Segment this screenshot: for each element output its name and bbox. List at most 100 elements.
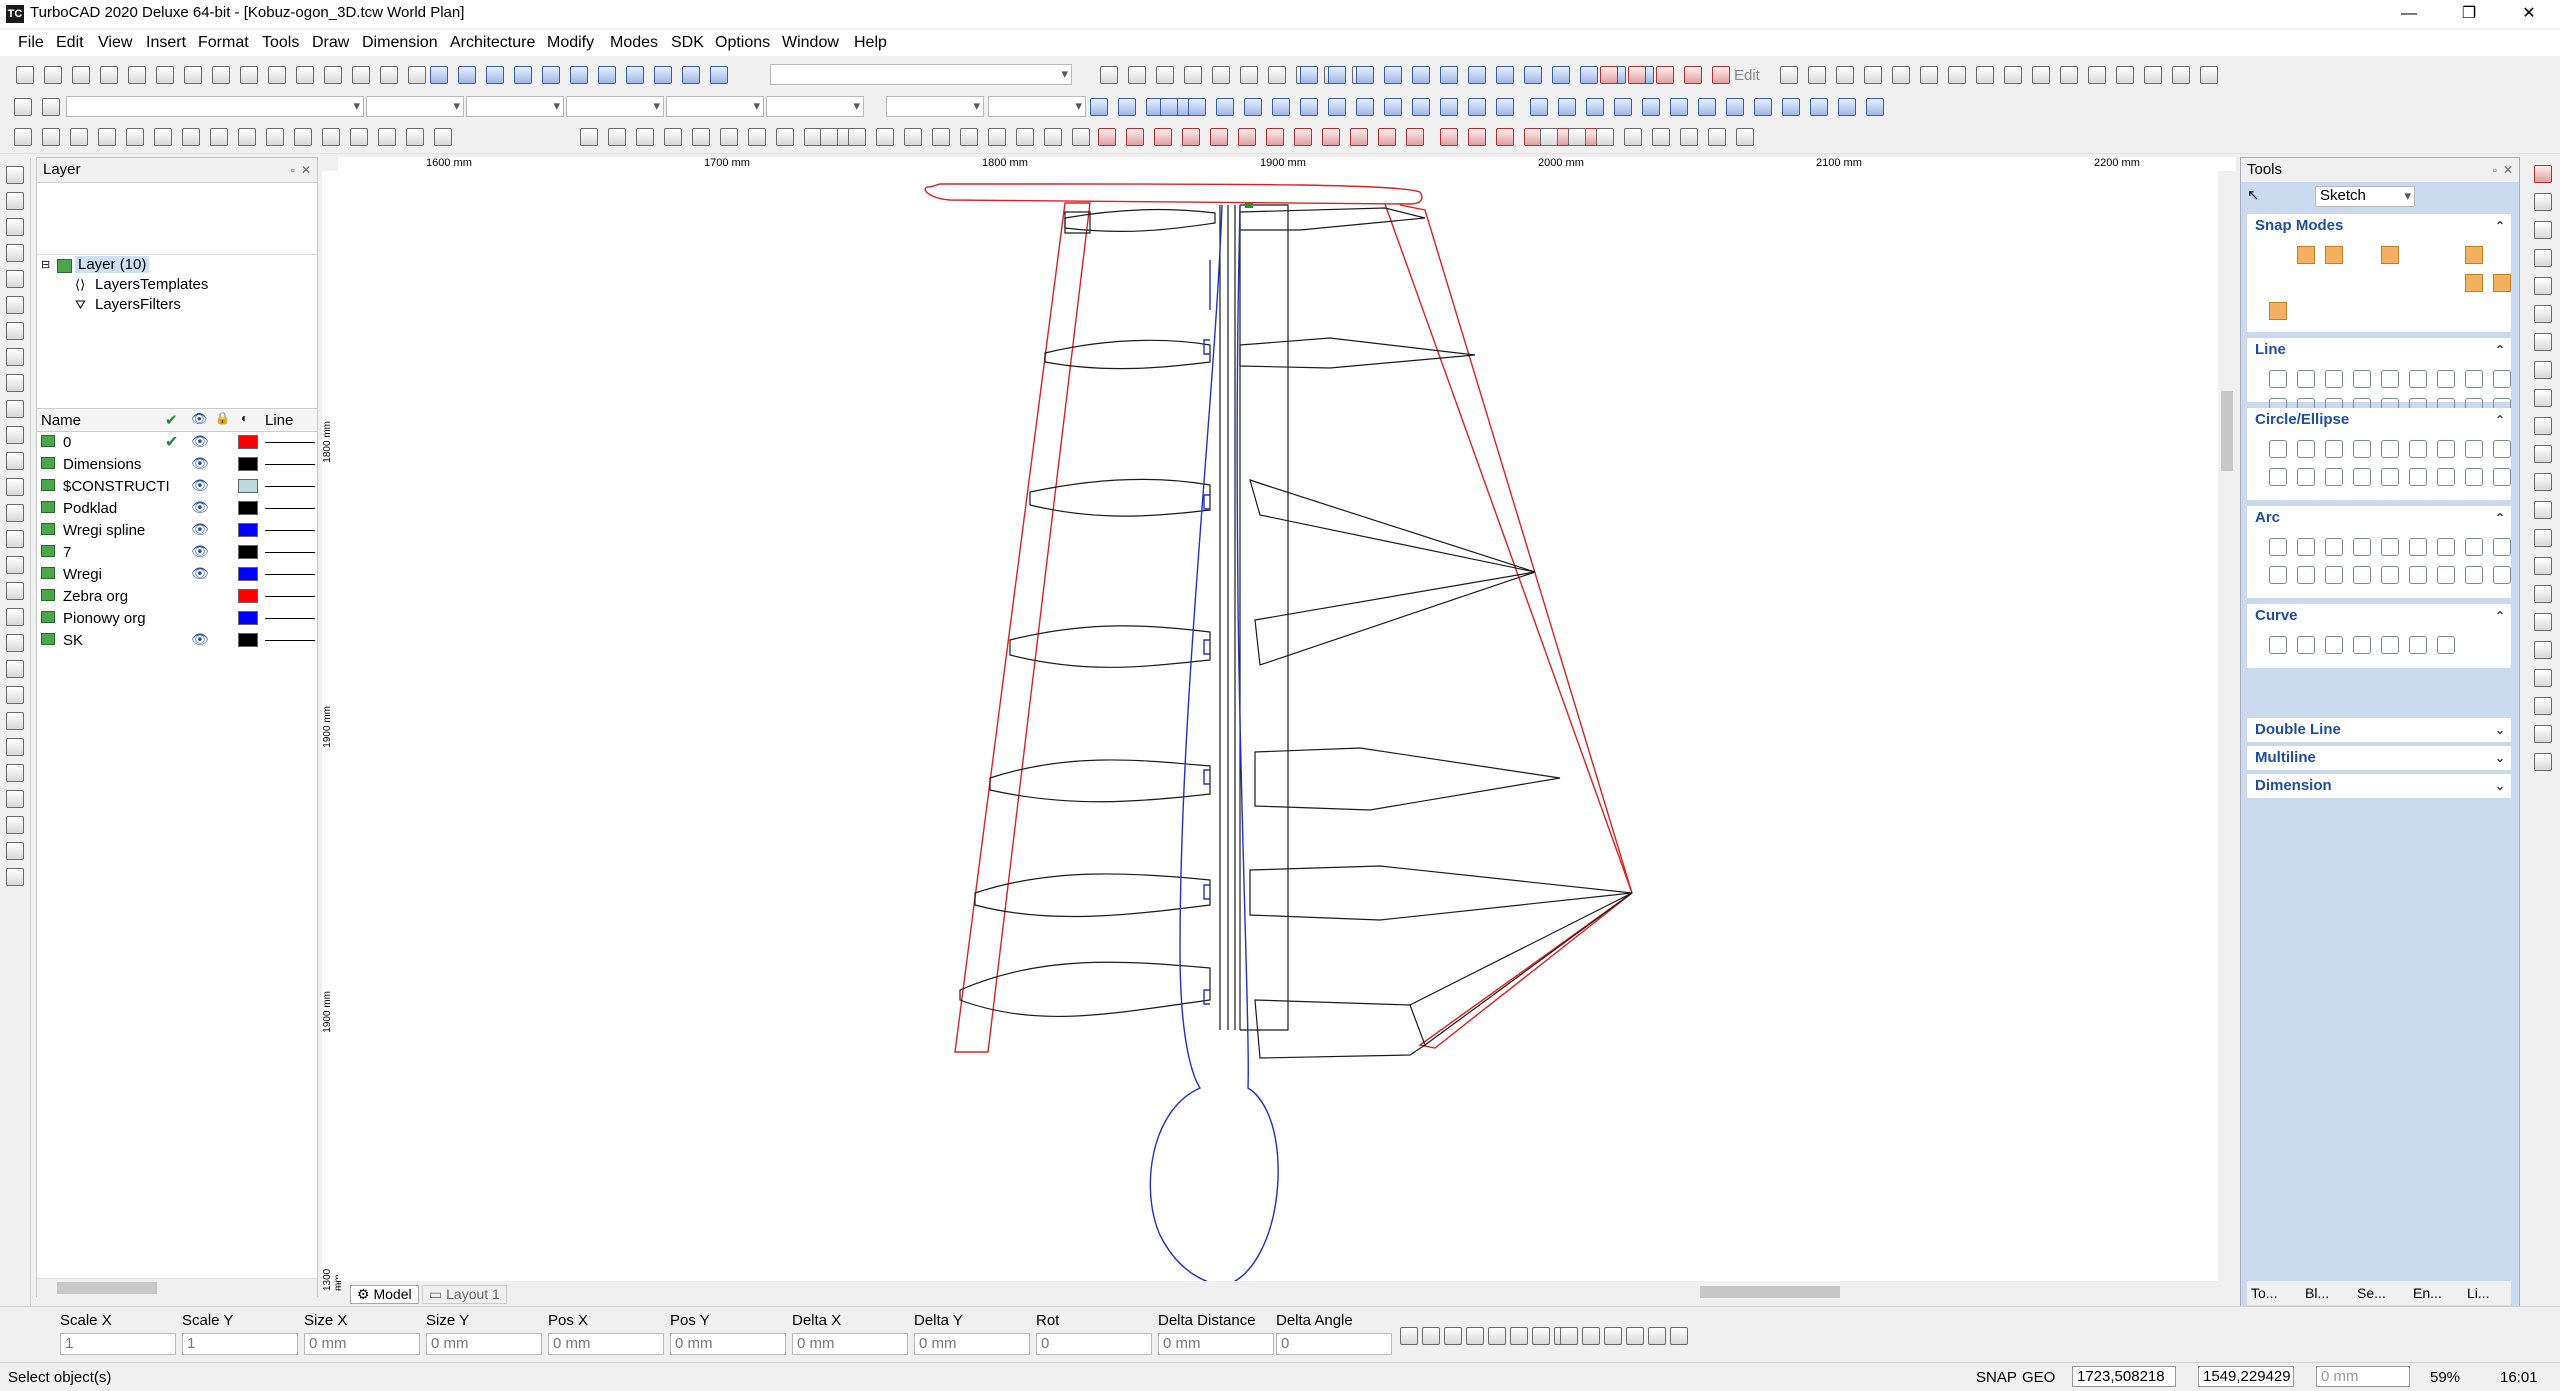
canvas-hscrollbar[interactable] [540,1283,2218,1301]
threed-tool-icon[interactable] [434,128,452,146]
threed-tool-icon[interactable] [1736,128,1754,146]
layer-color-swatch[interactable] [238,479,258,493]
standard-tool-icon[interactable] [296,66,314,84]
layer-linetype[interactable] [265,618,315,619]
layer-linetype[interactable] [265,552,315,553]
visibility-eye-icon[interactable]: 👁 [191,565,209,582]
view-tool-icon[interactable] [2534,529,2552,547]
property-tool-icon[interactable] [1586,98,1604,116]
property-tool-icon[interactable] [1090,98,1108,116]
draw-tool-icon[interactable] [2493,440,2511,458]
threed-tool-icon[interactable] [664,128,682,146]
layer-hscrollbar[interactable] [37,1278,317,1297]
standard-tool-icon[interactable] [1412,66,1430,84]
vscroll-thumb[interactable] [2221,391,2233,471]
draw-tool-icon[interactable] [2409,566,2427,584]
menu-insert[interactable]: Insert [146,34,186,52]
draw-tool-icon[interactable] [2409,440,2427,458]
threed-tool-icon[interactable] [580,128,598,146]
visibility-eye-icon[interactable]: 👁 [191,455,209,472]
draw-tool-icon[interactable] [2381,566,2399,584]
standard-tool-icon[interactable] [72,66,90,84]
standard-tool-icon[interactable] [1100,66,1118,84]
standard-tool-icon[interactable] [1328,66,1346,84]
visibility-eye-icon[interactable]: 👁 [191,543,209,560]
standard-tool-icon[interactable] [430,66,448,84]
property-combo-1[interactable] [66,96,364,117]
draw-tool-icon[interactable] [2353,538,2371,556]
standard-tool-icon[interactable] [1468,66,1486,84]
standard-tool-icon[interactable] [1212,66,1230,84]
property-combo-6[interactable] [766,96,864,117]
draw-tool-icon[interactable] [2353,566,2371,584]
standard-tool-icon[interactable] [1440,66,1458,84]
menu-format[interactable]: Format [198,34,249,52]
layer-row[interactable]: 0 ✔ 👁 [37,431,317,453]
standard-tool-icon[interactable] [1712,66,1730,84]
layer-linetype[interactable] [265,508,315,509]
layer-color-swatch[interactable] [238,501,258,515]
threed-tool-icon[interactable] [932,128,950,146]
drawing-tool-icon[interactable] [6,582,24,600]
visibility-eye-icon[interactable]: 👁 [191,521,209,538]
draw-tool-icon[interactable] [2297,538,2315,556]
threed-tool-icon[interactable] [608,128,626,146]
layer-row[interactable]: $CONSTRUCTI 👁 [37,475,317,497]
close-button[interactable]: ✕ [2500,0,2558,28]
threed-tool-icon[interactable] [1044,128,1062,146]
current-layer-check-icon[interactable]: ✔ [165,432,178,452]
threed-tool-icon[interactable] [42,128,60,146]
section-header[interactable]: Multiline ⌄ [2247,746,2511,770]
view-tool-icon[interactable] [2534,557,2552,575]
view-tool-icon[interactable] [2534,501,2552,519]
standard-tool-icon[interactable] [1156,66,1174,84]
tab-model[interactable]: ⚙ Model [350,1285,419,1304]
property-tool-icon[interactable] [1412,98,1430,116]
draw-tool-icon[interactable] [2437,440,2455,458]
threed-tool-icon[interactable] [210,128,228,146]
threed-tool-icon[interactable] [960,128,978,146]
menu-dimension[interactable]: Dimension [362,34,438,52]
standard-tool-icon[interactable] [1268,66,1286,84]
standard-tool-icon[interactable] [486,66,504,84]
view-tool-icon[interactable] [2534,669,2552,687]
inspector-tool-icon[interactable] [1582,1327,1600,1345]
standard-tool-icon[interactable] [1656,66,1674,84]
property-tool-icon[interactable] [1642,98,1660,116]
view-tool-icon[interactable] [2534,277,2552,295]
expand-icon[interactable]: ⌄ [2495,746,2505,770]
collapse-icon[interactable]: ⌃ [2495,506,2505,530]
standard-tool-icon[interactable] [654,66,672,84]
draw-tool-icon[interactable] [2493,566,2511,584]
collapse-icon[interactable]: ⌃ [2495,338,2505,362]
threed-tool-icon[interactable] [14,128,32,146]
tab-layout[interactable]: ▭ Layout 1 [422,1285,507,1304]
field-input[interactable]: 1 [182,1333,298,1355]
layer-color-swatch[interactable] [238,523,258,537]
layer-row[interactable]: SK 👁 [37,629,317,651]
threed-tool-icon[interactable] [1378,128,1396,146]
layer-row[interactable]: Dimensions 👁 [37,453,317,475]
drawing-tool-icon[interactable] [6,634,24,652]
standard-tool-icon[interactable] [44,66,62,84]
view-tool-icon[interactable] [2534,221,2552,239]
standard-tool-icon[interactable] [1948,66,1966,84]
drawing-canvas[interactable] [338,171,2218,1286]
threed-tool-icon[interactable] [1072,128,1090,146]
menu-help[interactable]: Help [854,34,887,52]
standard-tool-icon[interactable] [1684,66,1702,84]
threed-tool-icon[interactable] [776,128,794,146]
field-input[interactable]: 0 mm [914,1333,1030,1355]
drawing-tool-icon[interactable] [6,296,24,314]
standard-tool-icon[interactable] [1976,66,1994,84]
threed-tool-icon[interactable] [126,128,144,146]
property-tool-icon[interactable] [1118,98,1136,116]
drawing-tool-icon[interactable] [6,530,24,548]
draw-tool-icon[interactable] [2465,566,2483,584]
property-tool-icon[interactable] [1440,98,1458,116]
property-tool-icon[interactable] [1216,98,1234,116]
property-tool-icon[interactable] [1300,98,1318,116]
threed-tool-icon[interactable] [1016,128,1034,146]
menu-tools[interactable]: Tools [262,34,299,52]
draw-tool-icon[interactable] [2269,440,2287,458]
